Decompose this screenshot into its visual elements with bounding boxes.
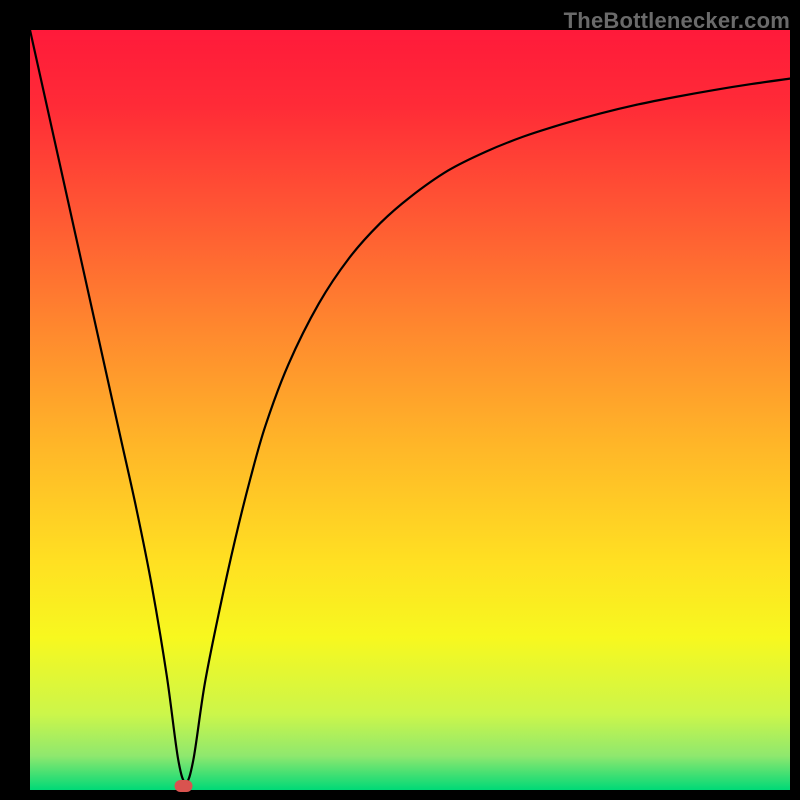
bottleneck-chart — [0, 0, 800, 800]
chart-frame: TheBottlenecker.com — [0, 0, 800, 800]
watermark-text: TheBottlenecker.com — [564, 8, 790, 34]
optimal-point-marker — [175, 780, 193, 792]
plot-background — [30, 30, 790, 790]
